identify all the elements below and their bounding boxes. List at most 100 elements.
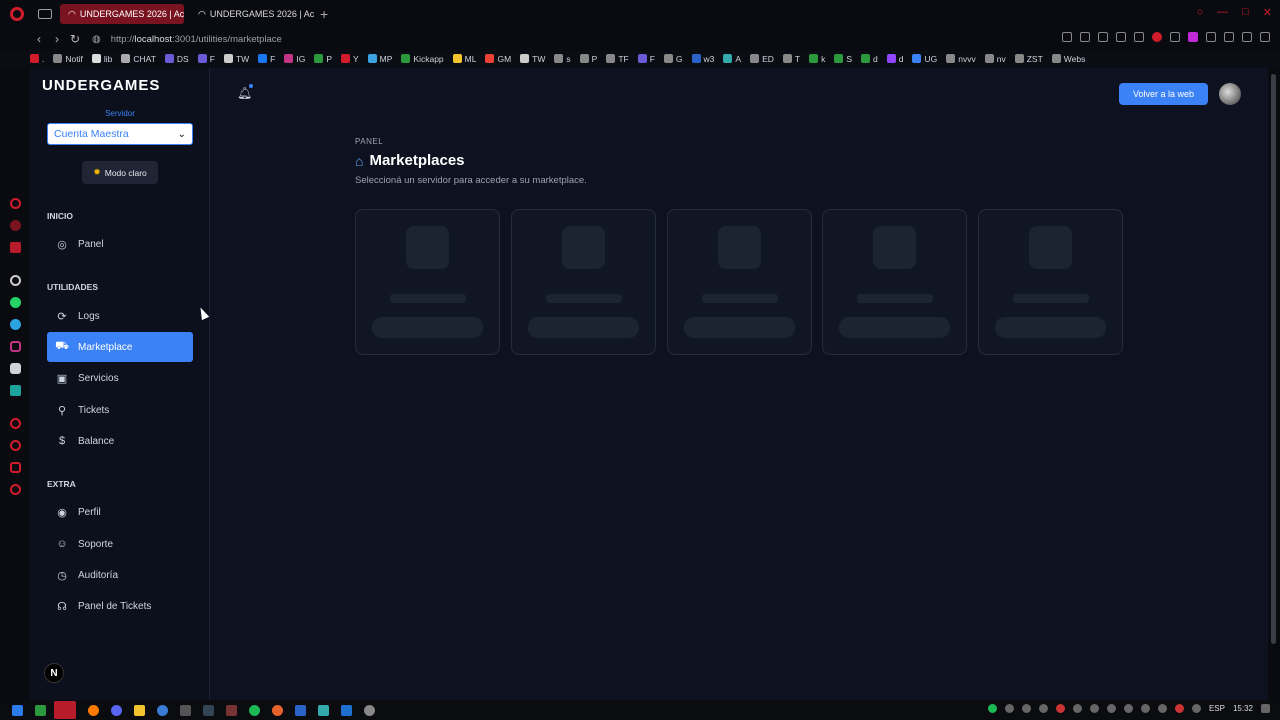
sidebar-item-logs[interactable]: ⟳ Logs	[47, 301, 193, 331]
undergames-logo[interactable]: UNDERGAMES	[42, 77, 160, 94]
bookmark-item[interactable]: Kickapp	[401, 54, 444, 64]
discord-icon[interactable]	[10, 363, 21, 374]
tray-icon[interactable]	[1055, 704, 1065, 713]
whatsapp-icon[interactable]	[10, 297, 21, 308]
bookmark-item[interactable]: G	[663, 54, 683, 64]
sidebar-item-soporte[interactable]: ☺ Soporte	[47, 529, 193, 559]
play-icon[interactable]	[1116, 32, 1126, 42]
bookmark-item[interactable]: DS	[164, 54, 189, 64]
sidebar-item-panel[interactable]: ◎ Panel	[47, 229, 193, 259]
tray-icon[interactable]	[1089, 704, 1099, 713]
page-scrollbar[interactable]	[1268, 68, 1280, 700]
download-icon[interactable]	[1242, 32, 1252, 42]
firefox-icon[interactable]	[88, 704, 99, 716]
bookmark-item[interactable]: ML	[452, 54, 476, 64]
app-icon[interactable]	[295, 704, 306, 716]
puzzle-icon[interactable]	[1206, 32, 1216, 42]
tray-icon[interactable]	[1123, 704, 1133, 713]
bookmark-item[interactable]: S	[834, 54, 852, 64]
new-tab-icon[interactable]: +	[320, 6, 328, 22]
app-icon[interactable]	[318, 704, 329, 716]
app-icon[interactable]	[272, 704, 283, 716]
tray-icon[interactable]	[1038, 704, 1048, 713]
bookmark-icon[interactable]	[1062, 32, 1072, 42]
app-icon[interactable]	[364, 704, 375, 716]
bookmark-item[interactable]: A	[723, 54, 741, 64]
bookmark-item[interactable]: k	[809, 54, 825, 64]
settings-icon[interactable]	[10, 484, 21, 495]
opera-logo-icon[interactable]	[10, 7, 24, 21]
sidebar-item-auditoria[interactable]: ◷ Auditoría	[47, 560, 193, 590]
sidebar-item-servicios[interactable]: ▣ Servicios	[47, 363, 193, 393]
back-to-web-button[interactable]: Volver a la web	[1119, 83, 1208, 105]
bell-icon[interactable]: 🔔︎	[237, 86, 252, 100]
app-icon[interactable]	[35, 704, 46, 716]
bookmark-item[interactable]: GM	[485, 54, 511, 64]
volume-icon[interactable]	[1157, 704, 1167, 713]
bookmark-item[interactable]: TW	[223, 54, 249, 64]
bookmark-item[interactable]: nvvv	[946, 54, 976, 64]
snapshot-icon[interactable]	[1080, 32, 1090, 42]
tab-switcher-icon[interactable]	[38, 9, 52, 19]
app-icon[interactable]	[10, 385, 21, 396]
back-icon[interactable]: ‹	[30, 32, 48, 46]
bookmark-item[interactable]: lib	[91, 54, 112, 64]
sidebar-item-marketplace[interactable]: ⛟ Marketplace	[47, 332, 193, 362]
clock[interactable]: 15:32	[1233, 704, 1253, 713]
spotify-tray-icon[interactable]	[987, 704, 997, 713]
bookmark-item[interactable]: F	[197, 54, 215, 64]
bookmark-item[interactable]: d	[861, 54, 878, 64]
bookmark-item[interactable]: IG	[284, 54, 305, 64]
bookmark-item[interactable]: w3	[691, 54, 714, 64]
bookmark-item[interactable]: P	[314, 54, 332, 64]
bookmark-item[interactable]: F	[258, 54, 275, 64]
notifications-icon[interactable]	[1261, 704, 1270, 713]
app-icon[interactable]	[157, 704, 168, 716]
extension-icon[interactable]	[1188, 32, 1198, 42]
tray-icon[interactable]	[1021, 704, 1031, 713]
refresh-ext-icon[interactable]	[1170, 32, 1180, 42]
bookmark-item[interactable]: TW	[520, 54, 545, 64]
bookmark-item[interactable]: .	[30, 54, 44, 64]
bookmark-item[interactable]: MP	[367, 54, 392, 64]
adblock-icon[interactable]	[1152, 32, 1162, 42]
bookmark-item[interactable]: CHAT	[121, 54, 156, 64]
speed-dial-icon[interactable]	[10, 198, 21, 209]
tab-inactive[interactable]: ◠ UNDERGAMES 2026 | Acc	[190, 4, 314, 24]
spotify-icon[interactable]	[249, 704, 260, 716]
tray-icon[interactable]	[1072, 704, 1082, 713]
bookmark-item[interactable]: Y	[340, 54, 359, 64]
network-icon[interactable]	[1140, 704, 1150, 713]
shield-icon[interactable]	[1098, 32, 1108, 42]
bookmark-item[interactable]: nv	[984, 54, 1006, 64]
instagram-icon[interactable]	[10, 341, 21, 352]
history-icon[interactable]	[10, 440, 21, 451]
cube-icon[interactable]	[1224, 32, 1234, 42]
heart-icon[interactable]	[1134, 32, 1144, 42]
tray-icon[interactable]	[1004, 704, 1014, 713]
nextjs-badge[interactable]: N	[44, 663, 64, 683]
app-icon[interactable]	[180, 704, 191, 716]
folder-icon[interactable]	[134, 704, 145, 716]
bookmark-item[interactable]: F	[637, 54, 655, 64]
bookmark-item[interactable]: d	[886, 54, 903, 64]
reload-icon[interactable]: ↻	[66, 32, 84, 46]
mic-icon[interactable]	[1106, 704, 1116, 713]
search-icon[interactable]: ○	[1196, 6, 1203, 19]
sidebar-item-balance[interactable]: $ Balance	[47, 426, 193, 456]
menu-icon[interactable]	[1260, 32, 1270, 42]
vscode-icon[interactable]	[341, 704, 352, 716]
tray-icon[interactable]	[1174, 704, 1184, 713]
forward-icon[interactable]: ›	[48, 32, 66, 46]
server-select[interactable]: Cuenta Maestra ⌄	[47, 123, 193, 145]
scrollbar-thumb[interactable]	[1271, 74, 1276, 644]
player-icon[interactable]	[10, 418, 21, 429]
sidebar-item-panel-tickets[interactable]: ☊ Panel de Tickets	[47, 591, 193, 621]
bookmark-item[interactable]: Webs	[1051, 54, 1085, 64]
bookmark-item[interactable]: Notif	[53, 54, 83, 64]
active-app-icon[interactable]	[54, 701, 76, 719]
sidebar-item-perfil[interactable]: ◉ Perfil	[47, 497, 193, 527]
bookmark-item[interactable]: ED	[750, 54, 774, 64]
bookmark-item[interactable]: s	[554, 54, 571, 64]
site-info-icon[interactable]: ◍	[92, 34, 101, 45]
